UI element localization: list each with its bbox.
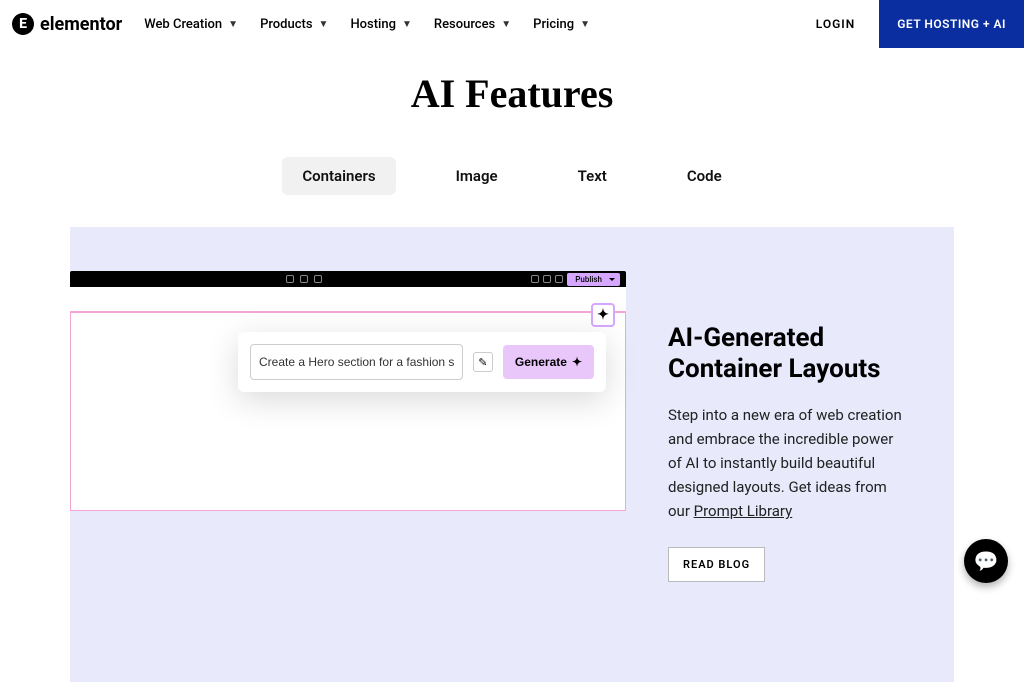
editor-topbar: Publish — [70, 271, 626, 287]
logo-mark-icon: E — [12, 13, 34, 35]
ai-prompt-bar: ✎ Generate ✦ — [238, 332, 606, 392]
desktop-icon[interactable] — [286, 275, 294, 283]
site-header: E elementor Web Creation▼ Products▼ Host… — [0, 0, 1024, 48]
nav-hosting[interactable]: Hosting▼ — [350, 17, 411, 32]
chevron-down-icon: ▼ — [501, 19, 511, 30]
tab-text[interactable]: Text — [558, 157, 627, 195]
sparkle-icon[interactable]: ✦ — [591, 303, 615, 327]
preview-column: Publish ✦ — [70, 271, 626, 582]
nav-web-creation[interactable]: Web Creation▼ — [144, 17, 238, 32]
chat-icon: 💬 — [974, 549, 999, 573]
tab-code[interactable]: Code — [667, 157, 742, 195]
publish-button[interactable]: Publish — [567, 273, 620, 286]
main-nav: Web Creation▼ Products▼ Hosting▼ Resourc… — [144, 17, 590, 32]
chevron-down-icon: ▼ — [580, 19, 590, 30]
page-title: AI Features — [0, 70, 1024, 117]
feature-description: AI-Generated Container Layouts Step into… — [668, 271, 906, 582]
brand-logo[interactable]: E elementor — [12, 13, 122, 35]
feature-body: Step into a new era of web creation and … — [668, 403, 906, 523]
brand-name: elementor — [40, 14, 122, 35]
search-icon[interactable] — [531, 275, 539, 283]
chat-fab[interactable]: 💬 — [964, 539, 1008, 583]
feature-heading: AI-Generated Container Layouts — [668, 323, 906, 385]
tablet-icon[interactable] — [300, 275, 308, 283]
nav-pricing[interactable]: Pricing▼ — [533, 17, 590, 32]
wand-icon[interactable]: ✎ — [473, 352, 493, 372]
read-blog-button[interactable]: READ BLOG — [668, 547, 765, 582]
mobile-icon[interactable] — [314, 275, 322, 283]
header-left: E elementor Web Creation▼ Products▼ Host… — [12, 13, 590, 35]
sparkle-icon: ✦ — [572, 355, 582, 369]
chevron-down-icon: ▼ — [228, 19, 238, 30]
generate-button[interactable]: Generate ✦ — [503, 345, 594, 379]
eye-icon[interactable] — [555, 275, 563, 283]
responsive-switcher — [286, 275, 322, 283]
feature-tabs: Containers Image Text Code — [0, 157, 1024, 195]
chevron-down-icon: ▼ — [319, 19, 329, 30]
get-hosting-button[interactable]: GET HOSTING + AI — [879, 0, 1024, 48]
header-right: LOGIN GET HOSTING + AI — [816, 0, 1024, 48]
nav-products[interactable]: Products▼ — [260, 17, 328, 32]
chevron-down-icon: ▼ — [402, 19, 412, 30]
feature-content: Publish ✦ AI-Generated Container Layouts… — [70, 227, 954, 682]
ai-prompt-input[interactable] — [250, 344, 463, 380]
nav-resources[interactable]: Resources▼ — [434, 17, 511, 32]
tab-image[interactable]: Image — [436, 157, 518, 195]
prompt-library-link[interactable]: Prompt Library — [694, 502, 793, 520]
history-icon[interactable] — [543, 275, 551, 283]
tab-containers[interactable]: Containers — [282, 157, 395, 195]
login-link[interactable]: LOGIN — [816, 17, 860, 31]
editor-topbar-right: Publish — [531, 273, 620, 286]
